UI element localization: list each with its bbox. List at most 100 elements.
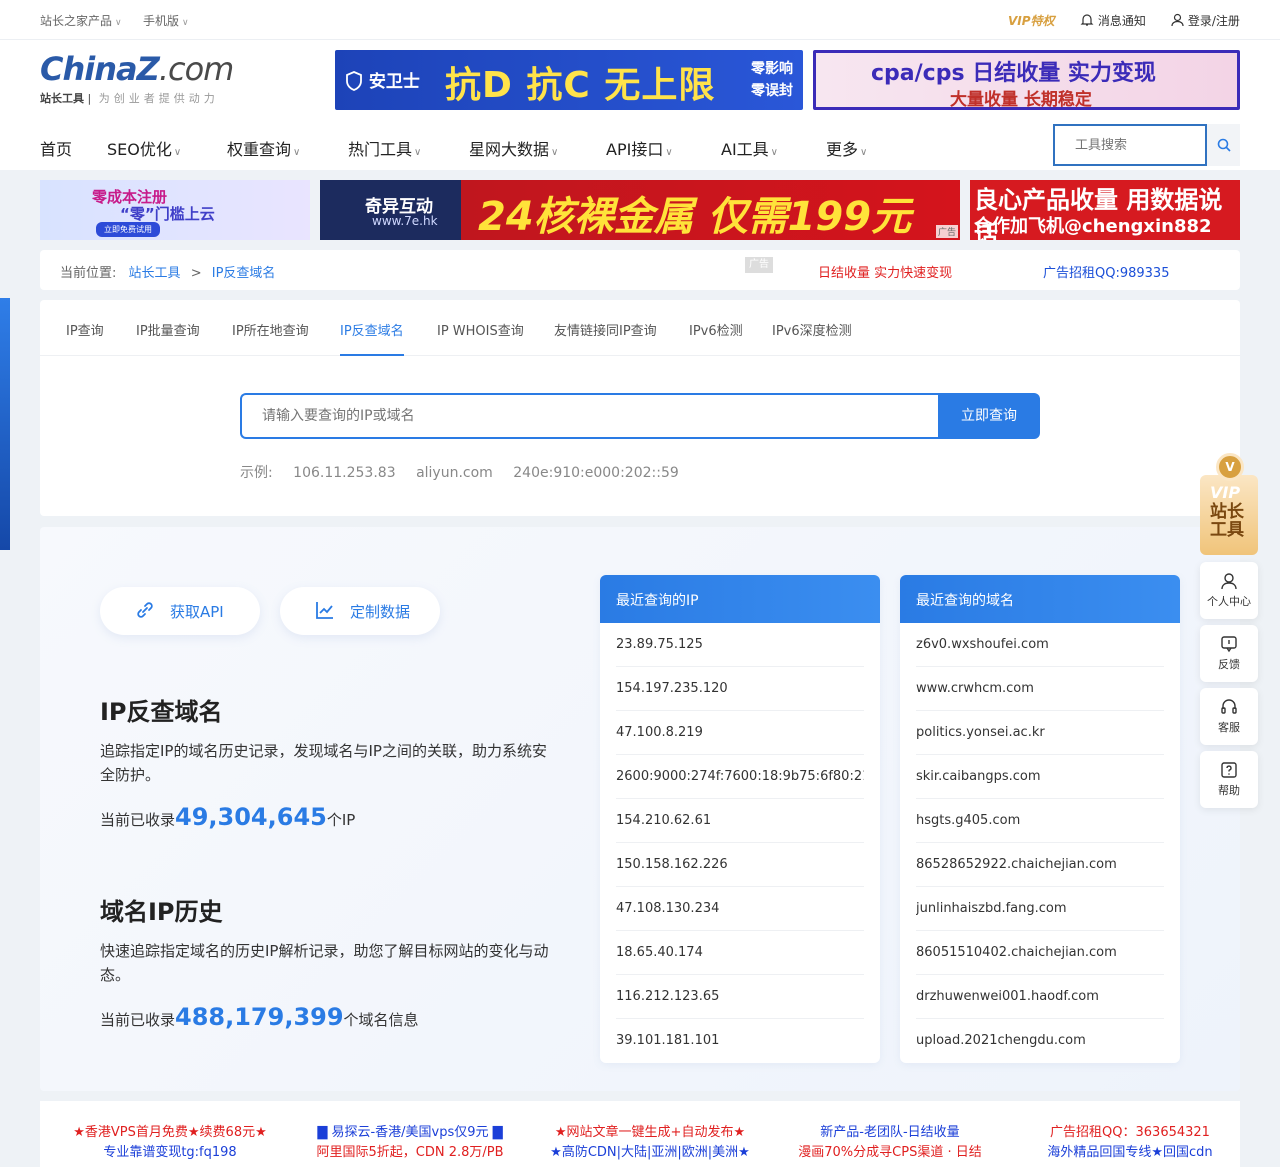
- left-edge-ad[interactable]: [0, 298, 10, 550]
- tab-ip-query[interactable]: IP查询: [66, 320, 104, 339]
- tab-friendlink-ip[interactable]: 友情链接同IP查询: [554, 320, 657, 339]
- nav-seo[interactable]: SEO优化 ∨: [107, 136, 181, 160]
- active-tab-indicator: [340, 354, 404, 356]
- example-link[interactable]: 240e:910:e000:202::59: [513, 465, 679, 481]
- ad-label: 广告: [745, 257, 773, 273]
- list-item[interactable]: 154.197.235.120: [616, 667, 864, 711]
- breadcrumb: 当前位置: 站长工具 > IP反查域名 广告 日结收量 实力快速变现 广告招租Q…: [40, 250, 1240, 290]
- feedback-button[interactable]: 反馈: [1200, 625, 1258, 682]
- list-item[interactable]: junlinhaiszbd.fang.com: [916, 887, 1164, 931]
- section-desc-ip-reverse: 追踪指定IP的域名历史记录，发现域名与IP之间的关联，助力系统安全防护。: [100, 742, 547, 784]
- tab-ipv6-check[interactable]: IPv6检测: [689, 320, 743, 339]
- list-item[interactable]: www.crwhcm.com: [916, 667, 1164, 711]
- crown-icon: V: [1216, 453, 1244, 481]
- tab-ip-location[interactable]: IP所在地查询: [232, 320, 309, 339]
- chevron-down-icon: ∨: [860, 147, 868, 158]
- ad-banner-7e[interactable]: 奇异互动 www.7e.hk 24核裸金属 仅需199元 广告: [320, 180, 960, 240]
- help-icon: [1221, 762, 1237, 778]
- recent-domain-card: 最近查询的域名 z6v0.wxshoufei.com www.crwhcm.co…: [900, 575, 1180, 1063]
- tool-search-input[interactable]: [1055, 126, 1205, 164]
- link-icon: [137, 602, 153, 618]
- list-item[interactable]: 23.89.75.125: [616, 623, 864, 667]
- user-icon: [1171, 13, 1184, 27]
- text-ad-link[interactable]: 日结收量 实力快速变现: [818, 262, 952, 281]
- site-logo[interactable]: ChinaZ.com 站长工具 | 为创业者提供动力: [40, 50, 234, 106]
- nav-api[interactable]: API接口 ∨: [606, 136, 673, 160]
- list-item[interactable]: 47.100.8.219: [616, 711, 864, 755]
- breadcrumb-current[interactable]: IP反查域名: [212, 266, 276, 281]
- list-item[interactable]: 39.101.181.101: [616, 1019, 864, 1063]
- custom-data-button[interactable]: 定制数据: [280, 587, 440, 635]
- ad-banner-chengxin[interactable]: 良心产品收量 用数据说话 合作加飞机@chengxin882: [970, 180, 1240, 240]
- notification-link[interactable]: 消息通知: [1080, 12, 1146, 29]
- tab-ipv6-deep[interactable]: IPv6深度检测: [772, 320, 852, 339]
- nav-home[interactable]: 首页: [40, 136, 72, 160]
- query-field[interactable]: [240, 393, 940, 439]
- list-item[interactable]: 86051510402.chaichejian.com: [916, 931, 1164, 975]
- mobile-menu[interactable]: 手机版 ∨: [143, 12, 189, 29]
- text-ad[interactable]: ★网站文章一键生成+自动发布★ ★高防CDN|大陆|亚洲|欧洲|美洲★: [530, 1123, 770, 1163]
- list-item[interactable]: z6v0.wxshoufei.com: [916, 623, 1164, 667]
- nav-hot-tools[interactable]: 热门工具 ∨: [348, 136, 421, 160]
- feedback-icon: [1221, 636, 1237, 653]
- nav-more[interactable]: 更多 ∨: [826, 136, 867, 160]
- list-item[interactable]: upload.2021chengdu.com: [916, 1019, 1164, 1063]
- tool-search-field[interactable]: [1053, 124, 1207, 166]
- nav-weight[interactable]: 权重查询 ∨: [227, 136, 300, 160]
- get-api-button[interactable]: 获取API: [100, 587, 260, 635]
- login-link[interactable]: 登录/注册: [1171, 12, 1240, 29]
- example-link[interactable]: 106.11.253.83: [293, 465, 395, 481]
- headset-icon: [1221, 699, 1237, 714]
- tab-ip-whois[interactable]: IP WHOIS查询: [437, 320, 524, 339]
- chevron-down-icon: ∨: [551, 147, 559, 158]
- tool-tabs: IP查询 IP批量查询 IP所在地查询 IP反查域名 IP WHOIS查询 友情…: [40, 300, 1240, 356]
- ad-banner-anweishi[interactable]: 安卫士 抗D 抗C 无上限 零影响 零误封: [335, 50, 803, 110]
- list-item[interactable]: hsgts.g405.com: [916, 799, 1164, 843]
- list-item[interactable]: 47.108.130.234: [616, 887, 864, 931]
- text-ad[interactable]: 新产品-老团队-日结收量 漫画70%分成寻CPS渠道 · 日结: [770, 1123, 1010, 1163]
- tab-ip-reverse[interactable]: IP反查域名: [340, 320, 404, 339]
- nav-bigdata[interactable]: 星网大数据 ∨: [469, 136, 558, 160]
- ad-banner-cpa[interactable]: cpa/cps 日结收量 实力变现 大量收量 长期稳定: [813, 50, 1240, 110]
- chevron-down-icon: ∨: [293, 147, 301, 158]
- vip-link[interactable]: VIP特权: [1008, 12, 1055, 29]
- ad-banner-cloud[interactable]: 零成本注册 “零”门槛上云 立即免费试用: [40, 180, 310, 240]
- footer-text-ads: ★香港VPS首月免费★续费68元★ 专业靠谱变现tg:fq198 ▇ 易探云-香…: [40, 1101, 1240, 1167]
- top-bar: 站长之家产品 ∨ 手机版 ∨ VIP特权 消息通知 登录/注册: [0, 0, 1280, 40]
- chevron-down-icon: ∨: [173, 147, 182, 158]
- breadcrumb-home-link[interactable]: 站长工具: [129, 266, 181, 281]
- ip-count-number: 49,304,645: [175, 803, 327, 831]
- list-item[interactable]: 86528652922.chaichejian.com: [916, 843, 1164, 887]
- user-center-button[interactable]: 个人中心: [1200, 562, 1258, 619]
- example-link[interactable]: aliyun.com: [416, 465, 493, 481]
- query-button[interactable]: 立即查询: [938, 393, 1040, 439]
- domain-count-number: 488,179,399: [175, 1003, 344, 1031]
- ip-count-stat: 当前已收录49,304,645个IP: [100, 803, 356, 831]
- recent-ip-title: 最近查询的IP: [600, 575, 880, 623]
- list-item[interactable]: politics.yonsei.ac.kr: [916, 711, 1164, 755]
- text-ad[interactable]: 广告招租QQ：363654321 海外精品回国专线★回国cdn: [1010, 1123, 1250, 1163]
- tab-ip-batch[interactable]: IP批量查询: [136, 320, 200, 339]
- chevron-down-icon: ∨: [182, 18, 189, 28]
- chart-icon: [316, 602, 333, 619]
- vip-float-button[interactable]: V VIP 站长工具: [1200, 453, 1258, 555]
- list-item[interactable]: drzhuwenwei001.haodf.com: [916, 975, 1164, 1019]
- list-item[interactable]: skir.caibangps.com: [916, 755, 1164, 799]
- help-button[interactable]: 帮助: [1200, 751, 1258, 808]
- domain-count-stat: 当前已收录488,179,399个域名信息: [100, 1003, 419, 1031]
- list-item[interactable]: 150.158.162.226: [616, 843, 864, 887]
- tool-search-button[interactable]: [1207, 124, 1240, 166]
- customer-service-button[interactable]: 客服: [1200, 688, 1258, 745]
- nav-ai-tools[interactable]: AI工具 ∨: [721, 136, 778, 160]
- ad-rent-link[interactable]: 广告招租QQ:989335: [1043, 262, 1169, 281]
- list-item[interactable]: 2600:9000:274f:7600:18:9b75:6f80:21: [616, 755, 864, 799]
- products-menu[interactable]: 站长之家产品 ∨: [40, 12, 122, 29]
- recent-domain-title: 最近查询的域名: [900, 575, 1180, 623]
- list-item[interactable]: 154.210.62.61: [616, 799, 864, 843]
- text-ad[interactable]: ★香港VPS首月免费★续费68元★ 专业靠谱变现tg:fq198: [50, 1123, 290, 1163]
- chevron-down-icon: ∨: [665, 147, 673, 158]
- list-item[interactable]: 116.212.123.65: [616, 975, 864, 1019]
- list-item[interactable]: 18.65.40.174: [616, 931, 864, 975]
- query-input[interactable]: [242, 395, 940, 437]
- text-ad[interactable]: ▇ 易探云-香港/美国vps仅9元 ▇ 阿里国际5折起，CDN 2.8万/PB: [290, 1123, 530, 1163]
